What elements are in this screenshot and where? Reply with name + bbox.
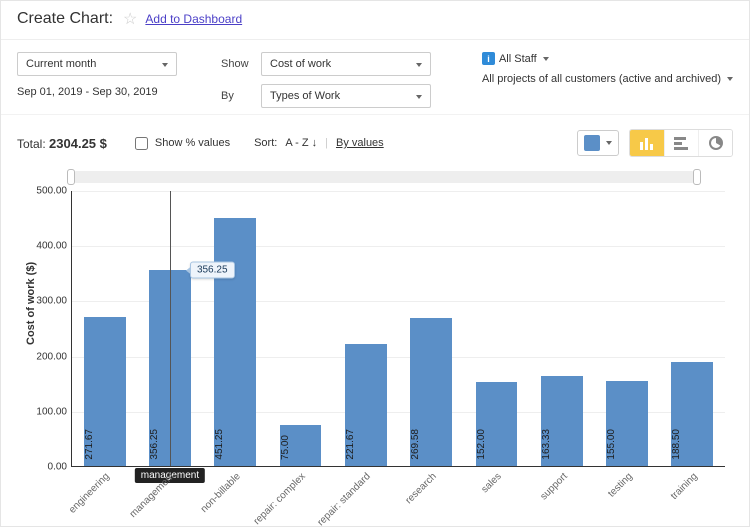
bar-value-label: 221.67 bbox=[345, 429, 387, 460]
bar-repair-standard[interactable]: 221.67 bbox=[345, 344, 387, 466]
y-tick-label: 400.00 bbox=[29, 241, 67, 252]
total: Total: 2304.25 $ bbox=[17, 136, 107, 151]
bar-value-label: 155.00 bbox=[606, 429, 648, 460]
x-label: training bbox=[669, 471, 700, 502]
add-to-dashboard-link[interactable]: Add to Dashboard bbox=[145, 12, 242, 26]
period-select[interactable]: Current month bbox=[17, 52, 177, 76]
y-tick-label: 100.00 bbox=[29, 406, 67, 417]
color-swatch bbox=[584, 135, 600, 151]
chevron-down-icon bbox=[727, 77, 733, 81]
range-handle-right[interactable] bbox=[693, 169, 701, 185]
show-percent-checkbox[interactable] bbox=[135, 137, 148, 150]
bar-sales[interactable]: 152.00 bbox=[476, 382, 518, 466]
y-tick-label: 0.00 bbox=[29, 462, 67, 473]
sort-group: Sort: A - Z ↓ | By values bbox=[254, 137, 384, 149]
by-label: By bbox=[221, 90, 261, 102]
bar-non-billable[interactable]: 451.25 bbox=[214, 218, 256, 466]
bar-slot[interactable]: 451.25 bbox=[203, 191, 268, 466]
staff-filter-label: All Staff bbox=[499, 53, 537, 65]
sort-label: Sort: bbox=[254, 137, 277, 149]
y-tick-label: 500.00 bbox=[29, 186, 67, 197]
bar-slot[interactable]: 163.33 bbox=[529, 191, 594, 466]
bar-value-label: 271.67 bbox=[84, 429, 126, 460]
by-select[interactable]: Types of Work bbox=[261, 84, 431, 108]
bar-research[interactable]: 269.58 bbox=[410, 318, 452, 466]
chart-area: Cost of work ($) 0.00100.00200.00300.004… bbox=[13, 171, 737, 511]
page-title: Create Chart: bbox=[17, 10, 113, 28]
color-dropdown[interactable] bbox=[577, 130, 619, 156]
range-slider[interactable] bbox=[71, 171, 697, 183]
bar-training[interactable]: 188.50 bbox=[671, 362, 713, 466]
page-header: Create Chart: ☆ Add to Dashboard bbox=[1, 1, 749, 40]
hbar-chart-icon bbox=[674, 136, 690, 150]
chart-type-buttons bbox=[629, 129, 733, 157]
bar-repair-complex[interactable]: 75.00 bbox=[280, 425, 322, 466]
chevron-down-icon bbox=[606, 141, 612, 145]
total-value: 2304.25 $ bbox=[49, 136, 107, 151]
chart-type-pie[interactable] bbox=[698, 130, 732, 156]
page: Create Chart: ☆ Add to Dashboard Current… bbox=[0, 0, 750, 527]
metric-column: Show Cost of work By Types of Work bbox=[221, 52, 431, 108]
show-percent-label: Show % values bbox=[155, 137, 230, 149]
hover-line bbox=[170, 191, 171, 466]
divider: | bbox=[325, 137, 328, 149]
chart-type-bar[interactable] bbox=[630, 130, 664, 156]
y-tick-label: 300.00 bbox=[29, 296, 67, 307]
bar-value-label: 152.00 bbox=[476, 429, 518, 460]
filter-column: i All Staff All projects of all customer… bbox=[482, 52, 733, 93]
projects-filter-label: All projects of all customers (active an… bbox=[482, 73, 721, 85]
bar-testing[interactable]: 155.00 bbox=[606, 381, 648, 466]
bar-slot[interactable]: 75.00 bbox=[268, 191, 333, 466]
projects-filter[interactable]: All projects of all customers (active an… bbox=[482, 73, 733, 85]
staff-filter[interactable]: i All Staff bbox=[482, 52, 733, 65]
favorite-star-icon[interactable]: ☆ bbox=[123, 9, 137, 29]
x-label: sales bbox=[480, 471, 504, 495]
right-controls bbox=[577, 129, 733, 157]
sort-az[interactable]: A - Z ↓ bbox=[285, 137, 317, 149]
show-select[interactable]: Cost of work bbox=[261, 52, 431, 76]
chevron-down-icon bbox=[543, 57, 549, 61]
period-column: Current month Sep 01, 2019 - Sep 30, 201… bbox=[17, 52, 197, 98]
bar-chart-icon bbox=[639, 136, 655, 150]
chart-type-hbar[interactable] bbox=[664, 130, 698, 156]
sort-by-values[interactable]: By values bbox=[336, 137, 384, 149]
x-labels: engineeringmanagementnon-billablerepair:… bbox=[71, 467, 725, 511]
bar-slot[interactable]: 155.00 bbox=[594, 191, 659, 466]
plot[interactable]: 271.67356.25451.2575.00221.67269.58152.0… bbox=[71, 191, 725, 467]
bar-engineering[interactable]: 271.67 bbox=[84, 317, 126, 466]
bar-value-label: 269.58 bbox=[410, 429, 452, 460]
bar-value-label: 188.50 bbox=[671, 429, 713, 460]
bar-slot[interactable]: 188.50 bbox=[660, 191, 725, 466]
bar-value-label: 451.25 bbox=[214, 429, 256, 460]
x-label: non-billable bbox=[198, 471, 242, 515]
bar-slot[interactable]: 152.00 bbox=[464, 191, 529, 466]
x-label: research bbox=[403, 471, 438, 506]
show-percent-toggle[interactable]: Show % values bbox=[131, 134, 230, 153]
controls-row: Current month Sep 01, 2019 - Sep 30, 201… bbox=[1, 40, 749, 114]
bar-value-label: 163.33 bbox=[541, 429, 583, 460]
y-tick-label: 200.00 bbox=[29, 351, 67, 362]
bar-slot[interactable]: 269.58 bbox=[398, 191, 463, 466]
info-icon: i bbox=[482, 52, 495, 65]
date-range[interactable]: Sep 01, 2019 - Sep 30, 2019 bbox=[17, 86, 197, 98]
x-label: engineering bbox=[67, 471, 112, 516]
summary-row: Total: 2304.25 $ Show % values Sort: A -… bbox=[1, 114, 749, 167]
bar-slot[interactable]: 221.67 bbox=[333, 191, 398, 466]
total-label: Total: bbox=[17, 137, 46, 151]
range-handle-left[interactable] bbox=[67, 169, 75, 185]
pie-chart-icon bbox=[708, 135, 724, 151]
show-label: Show bbox=[221, 58, 261, 70]
x-label: testing bbox=[606, 471, 635, 500]
bar-value-label: 75.00 bbox=[280, 435, 322, 460]
x-label: support bbox=[538, 471, 569, 502]
bar-support[interactable]: 163.33 bbox=[541, 376, 583, 466]
bar-slot[interactable]: 271.67 bbox=[72, 191, 137, 466]
